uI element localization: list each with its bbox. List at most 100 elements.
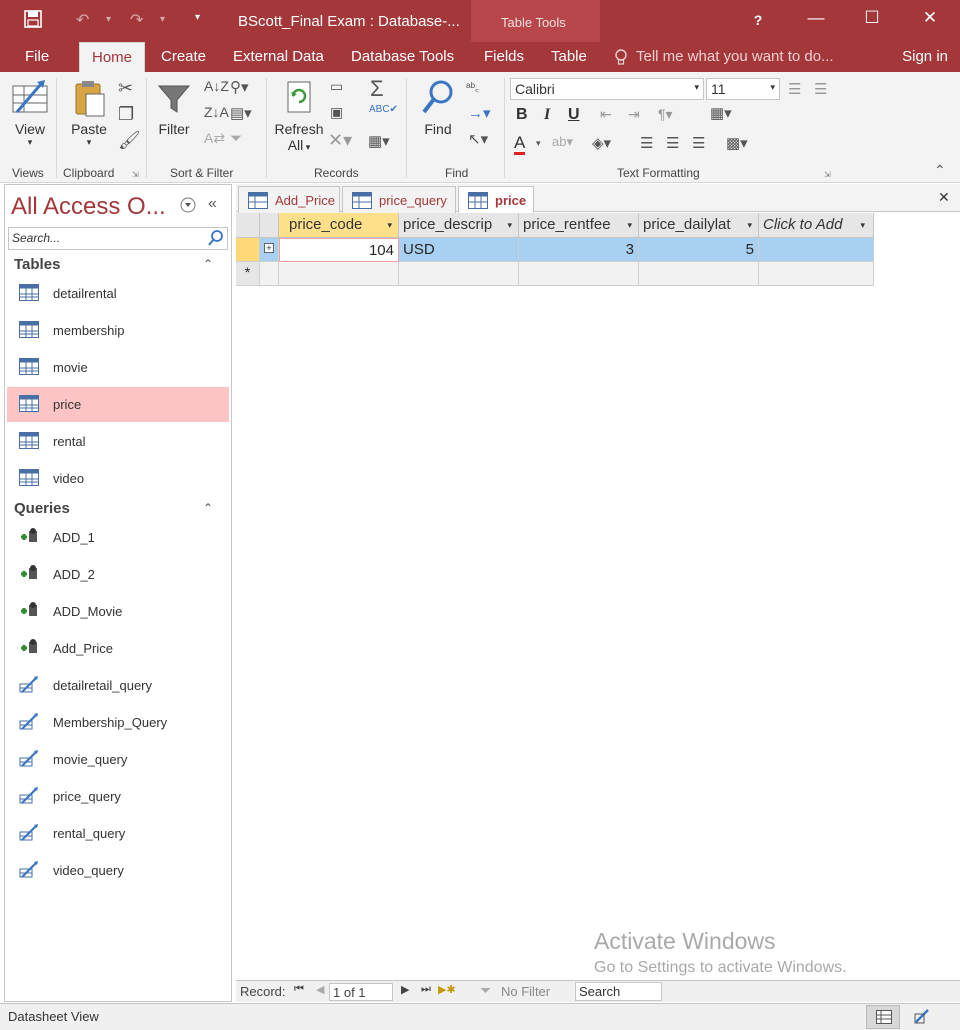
new-blank-record-icon[interactable]: ▶✱	[438, 983, 456, 996]
help-button[interactable]: ?	[738, 12, 778, 28]
font-color-button[interactable]: A	[514, 134, 526, 155]
sort-descending-icon[interactable]: Z↓A	[204, 104, 229, 120]
numbering-icon[interactable]: ☰	[814, 80, 827, 98]
column-dropdown-icon[interactable]: ▾	[860, 220, 865, 231]
nav-table-membership[interactable]: membership	[7, 313, 229, 348]
maximize-button[interactable]: ☐	[852, 8, 892, 28]
toggle-filter-icon[interactable]: ⏷	[230, 130, 242, 147]
current-record-box[interactable]: 1 of 1	[329, 983, 393, 1001]
sort-ascending-icon[interactable]: A↓Z	[204, 78, 229, 94]
delete-record-icon[interactable]: ✕▾	[328, 130, 352, 151]
doc-tab-price[interactable]: price	[458, 186, 534, 213]
new-record-icon[interactable]: ▭	[330, 78, 343, 95]
remove-sort-icon[interactable]: A⇄	[204, 130, 225, 147]
font-color-dropdown-icon[interactable]: ▾	[536, 138, 541, 149]
doc-tab-price-query[interactable]: price_query	[342, 186, 456, 213]
font-name-dropdown-icon[interactable]: ▾	[694, 82, 699, 93]
tables-group-header[interactable]: Tables	[14, 256, 60, 273]
tab-fields[interactable]: Fields	[484, 48, 524, 65]
column-header-price-dailylat[interactable]: price_dailylat ▾	[639, 213, 759, 238]
last-record-icon[interactable]: ⏭	[421, 983, 431, 996]
new-row-cell[interactable]	[519, 262, 639, 286]
nav-search-input[interactable]: Search...	[8, 227, 228, 250]
nav-table-detailrental[interactable]: detailrental	[7, 276, 229, 311]
decrease-indent-icon[interactable]: ⇤	[600, 106, 612, 123]
align-right-icon[interactable]: ☰	[692, 134, 705, 152]
nav-query-add-1[interactable]: ADD_1	[7, 520, 229, 555]
nav-menu-dropdown-icon[interactable]	[180, 197, 196, 216]
save-icon[interactable]	[24, 10, 42, 33]
tab-create[interactable]: Create	[161, 48, 206, 65]
align-left-icon[interactable]: ☰	[640, 134, 653, 152]
column-dropdown-icon[interactable]: ▾	[387, 220, 392, 231]
find-button[interactable]: Find	[416, 78, 460, 137]
redo-dropdown-icon[interactable]: ▾	[160, 14, 165, 25]
nav-table-video[interactable]: video	[7, 461, 229, 496]
no-filter-label[interactable]: No Filter	[501, 984, 550, 999]
collapse-tables-icon[interactable]: ⌃	[203, 257, 213, 271]
record-selector[interactable]	[236, 238, 260, 262]
highlight-icon[interactable]: ab▾	[552, 134, 573, 150]
column-header-price-descrip[interactable]: price_descrip ▾	[399, 213, 519, 238]
select-icon[interactable]: ↖▾	[468, 130, 488, 148]
nav-table-movie[interactable]: movie	[7, 350, 229, 385]
italic-button[interactable]: I	[544, 106, 550, 124]
font-size-box[interactable]: 11 ▾	[706, 78, 780, 100]
tab-database-tools[interactable]: Database Tools	[351, 48, 454, 65]
table-cell[interactable]: 5	[639, 238, 759, 262]
nav-query-add-2[interactable]: ADD_2	[7, 557, 229, 592]
nav-query-add-price[interactable]: Add_Price	[7, 631, 229, 666]
nav-table-price[interactable]: price	[7, 387, 229, 422]
view-button[interactable]: View ▾	[8, 78, 52, 148]
alternate-row-color-icon[interactable]: ▩▾	[726, 134, 748, 152]
select-all-corner[interactable]	[236, 213, 260, 238]
click-to-add-header[interactable]: Click to Add ▾	[759, 213, 874, 238]
font-name-box[interactable]: Calibri ▾	[510, 78, 704, 100]
column-dropdown-icon[interactable]: ▾	[747, 220, 752, 231]
tell-me-box[interactable]: Tell me what you want to do...	[636, 48, 834, 65]
align-center-icon[interactable]: ☰	[666, 134, 679, 152]
new-row-cell[interactable]	[399, 262, 519, 286]
new-row-cell[interactable]	[639, 262, 759, 286]
close-document-icon[interactable]: ✕	[938, 189, 950, 206]
advanced-icon[interactable]: ▤▾	[230, 104, 252, 122]
font-size-dropdown-icon[interactable]: ▾	[770, 82, 775, 93]
nav-query-add-movie[interactable]: ADD_Movie	[7, 594, 229, 629]
shutter-bar-close-icon[interactable]: «	[208, 195, 217, 213]
save-record-icon[interactable]: ▣	[330, 104, 343, 121]
undo-dropdown-icon[interactable]: ▾	[106, 14, 111, 25]
new-record-marker[interactable]: *	[236, 262, 260, 286]
nav-query-video-query[interactable]: video_query	[7, 853, 229, 888]
copy-icon[interactable]: ❐	[118, 104, 134, 125]
bold-button[interactable]: B	[516, 106, 528, 124]
collapse-ribbon-icon[interactable]: ⌃	[934, 162, 946, 179]
filter-button[interactable]: Filter	[154, 78, 194, 137]
gridlines-icon[interactable]: ▦▾	[710, 104, 732, 122]
undo-icon[interactable]: ↶	[76, 10, 89, 30]
nav-query-movie-query[interactable]: movie_query	[7, 742, 229, 777]
more-records-icon[interactable]: ▦▾	[368, 132, 390, 150]
tab-external-data[interactable]: External Data	[233, 48, 324, 65]
paragraph-icon[interactable]: ¶▾	[658, 106, 673, 123]
column-dropdown-icon[interactable]: ▾	[627, 220, 632, 231]
refresh-all-button[interactable]: Refresh All ▾	[272, 78, 326, 153]
paste-button[interactable]: Paste ▾	[66, 78, 112, 148]
table-cell[interactable]: 104	[279, 238, 399, 262]
table-cell[interactable]: 3	[519, 238, 639, 262]
customize-qat-icon[interactable]: ▾	[195, 12, 200, 23]
previous-record-icon[interactable]: ◀	[316, 983, 324, 996]
tab-file[interactable]: File	[25, 48, 49, 65]
queries-group-header[interactable]: Queries	[14, 500, 70, 517]
spelling-icon[interactable]: ABC✔	[369, 104, 398, 115]
record-search-input[interactable]: Search	[575, 982, 662, 1001]
nav-query-rental-query[interactable]: rental_query	[7, 816, 229, 851]
new-row-cell[interactable]	[279, 262, 399, 286]
no-filter-icon[interactable]: ⏷	[480, 982, 491, 999]
redo-icon[interactable]: ↷	[130, 10, 143, 30]
column-header-price-rentfee[interactable]: price_rentfee ▾	[519, 213, 639, 238]
first-record-icon[interactable]: ⏮	[294, 983, 304, 996]
sign-in-link[interactable]: Sign in	[902, 48, 948, 65]
minimize-button[interactable]: —	[796, 8, 836, 28]
totals-icon[interactable]: Σ	[370, 76, 384, 102]
tab-table[interactable]: Table	[551, 48, 587, 65]
